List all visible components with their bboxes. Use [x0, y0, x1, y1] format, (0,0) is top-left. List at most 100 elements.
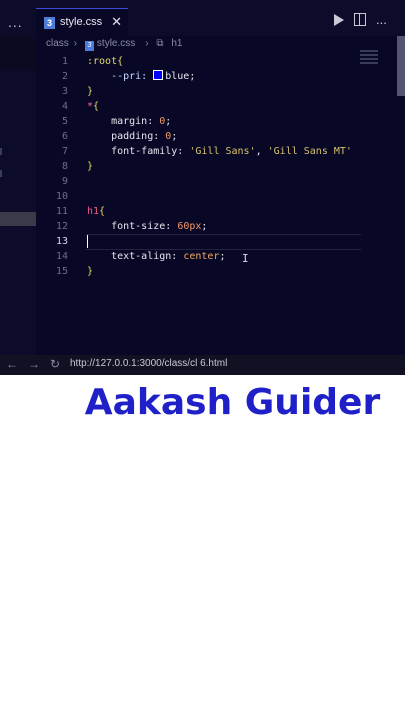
- split-editor-icon[interactable]: [354, 13, 366, 26]
- minimap[interactable]: [360, 50, 378, 68]
- code-text: :root{: [87, 54, 123, 69]
- code-editor: ... 3 style.css ✕ ... class › 3 style.css ›…: [0, 0, 405, 355]
- chevron-right-icon: ›: [73, 38, 78, 49]
- code-text: text-align: center;: [87, 249, 225, 264]
- line-number: 6: [61, 131, 68, 142]
- code-text: --pri: blue;: [87, 69, 195, 84]
- code-text: }: [87, 159, 93, 174]
- code-line[interactable]: 1 :root{: [36, 54, 361, 69]
- code-text: font-size: 60px;: [87, 219, 207, 234]
- line-number: 7: [61, 146, 68, 157]
- code-line[interactable]: 8}: [36, 159, 361, 174]
- code-line[interactable]: 4 *{: [36, 99, 361, 114]
- line-number: 13: [55, 236, 68, 247]
- code-text: h1{: [87, 204, 105, 219]
- line-number: 10: [55, 191, 68, 202]
- breadcrumb-file[interactable]: 3 style.css: [84, 38, 140, 51]
- browser-toolbar: ← → ↻ http://127.0.0.1:3000/class/cl 6.h…: [0, 355, 405, 375]
- code-token: ;: [219, 251, 226, 262]
- code-line[interactable]: 9: [36, 174, 361, 189]
- code-line[interactable]: 6 padding: 0;: [36, 129, 361, 144]
- code-token: {: [99, 206, 106, 217]
- explorer-more-icon[interactable]: ...: [8, 14, 23, 30]
- page-heading: Aakash Guider: [84, 382, 381, 423]
- line-number: 1: [61, 56, 68, 67]
- web-page: Aakash Guider: [0, 375, 405, 720]
- code-line[interactable]: 2 --pri: blue;: [36, 69, 361, 84]
- code-token: --pri:: [87, 71, 154, 82]
- code-line[interactable]: 5 margin: 0;: [36, 114, 361, 129]
- code-token: 'Gill Sans MT': [267, 146, 352, 157]
- code-token: padding:: [87, 131, 166, 142]
- chevron-right-icon: ›: [145, 38, 149, 49]
- address-bar[interactable]: http://127.0.0.1:3000/class/cl 6.html: [70, 358, 227, 369]
- code-token: {: [117, 56, 124, 67]
- close-icon[interactable]: ✕: [111, 14, 122, 30]
- code-token: ;: [201, 221, 208, 232]
- tab-bar: 3 style.css ✕ ...: [36, 0, 405, 37]
- code-text: padding: 0;: [87, 129, 177, 144]
- code-token: text-align:: [87, 251, 184, 262]
- more-icon[interactable]: ...: [376, 12, 387, 27]
- code-token: h1: [87, 206, 100, 217]
- code-token: :root: [87, 56, 118, 67]
- code-token: }: [87, 266, 94, 277]
- gutter-marker: [0, 148, 2, 155]
- code-text: margin: 0;: [87, 114, 171, 129]
- text-cursor-icon: I: [242, 252, 249, 265]
- css-file-icon: 3: [44, 17, 55, 29]
- explorer-selected-item[interactable]: [0, 212, 36, 226]
- code-token: center: [183, 251, 220, 262]
- line-number: 9: [61, 176, 68, 187]
- code-token: }: [87, 161, 94, 172]
- code-token: ,: [255, 146, 268, 157]
- code-token: margin:: [87, 116, 160, 127]
- selector-icon: ⧉: [156, 38, 167, 49]
- code-token: {: [93, 101, 100, 112]
- code-line[interactable]: 10: [36, 189, 361, 204]
- code-line[interactable]: 7 font-family: 'Gill Sans', 'Gill Sans M…: [36, 144, 361, 159]
- reload-icon[interactable]: ↻: [50, 357, 60, 371]
- code-token: 60px: [177, 221, 202, 232]
- code-text: }: [87, 264, 93, 279]
- code-token: 'Gill Sans': [189, 146, 256, 157]
- breadcrumb-folder[interactable]: class: [46, 38, 69, 49]
- code-text: font-family: 'Gill Sans', 'Gill Sans MT': [87, 144, 352, 159]
- line-number: 2: [61, 71, 68, 82]
- explorer-panel-block: [0, 36, 36, 70]
- breadcrumb: class › 3 style.css › ⧉ h1: [46, 38, 192, 52]
- forward-icon[interactable]: →: [28, 357, 40, 371]
- code-token: ;: [171, 131, 178, 142]
- code-text: }: [87, 84, 93, 99]
- code-line[interactable]: 3}: [36, 84, 361, 99]
- line-number: 12: [55, 221, 68, 232]
- breadcrumb-symbol[interactable]: ⧉ h1: [156, 38, 187, 49]
- scrollbar[interactable]: [397, 36, 405, 96]
- code-line[interactable]: 15}: [36, 264, 361, 279]
- line-number: 4: [61, 101, 68, 112]
- play-icon[interactable]: [334, 14, 344, 26]
- side-panel: ...: [0, 0, 36, 355]
- code-token: }: [87, 86, 94, 97]
- line-number: 11: [55, 206, 68, 217]
- tab-style-css[interactable]: 3 style.css ✕: [36, 8, 128, 37]
- code-token: blue;: [165, 71, 196, 82]
- code-token: ;: [165, 116, 172, 127]
- line-number: 15: [55, 266, 68, 277]
- code-text: *{: [87, 99, 99, 114]
- code-line[interactable]: 11 h1{: [36, 204, 361, 219]
- code-token: font-size:: [87, 221, 178, 232]
- current-line-highlight: [86, 234, 361, 250]
- text-caret: [87, 235, 88, 248]
- tab-label: style.css: [60, 16, 103, 28]
- code-line[interactable]: 13: [36, 234, 361, 250]
- css-file-icon: 3: [84, 41, 94, 51]
- back-icon[interactable]: ←: [6, 357, 18, 371]
- code-lines[interactable]: 1:root{2 --pri: blue; 3} 4 *{5 margin: 0; 6 …: [36, 54, 361, 284]
- color-swatch[interactable]: [153, 70, 164, 80]
- gutter-marker: [0, 170, 2, 177]
- line-number: 14: [55, 251, 68, 262]
- code-line[interactable]: 14 text-align: center;: [36, 249, 361, 264]
- line-number: 5: [61, 116, 68, 127]
- code-line[interactable]: 12 font-size: 60px;: [36, 219, 361, 234]
